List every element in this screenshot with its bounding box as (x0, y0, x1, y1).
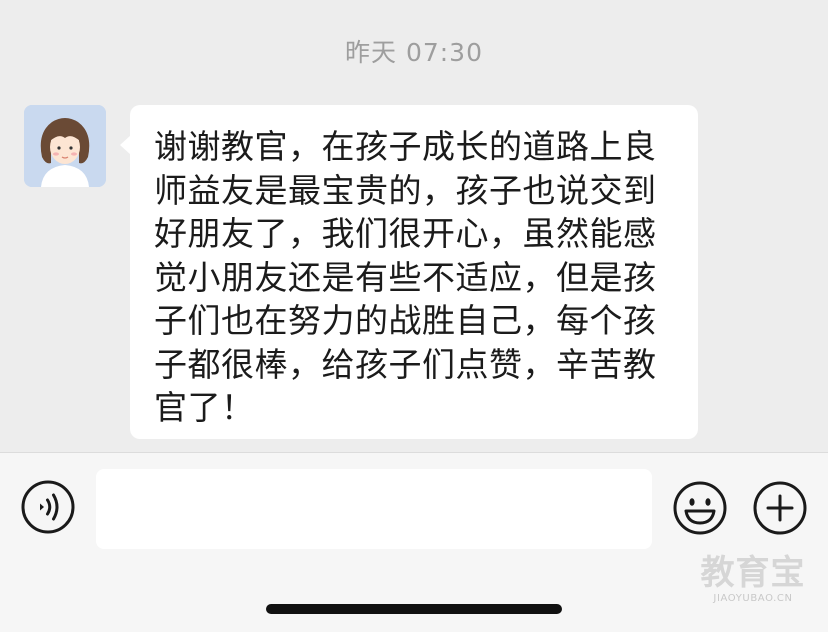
plus-icon (753, 481, 807, 535)
avatar[interactable] (24, 105, 106, 187)
watermark-url: JIAOYUBAO.CN (713, 593, 793, 604)
emoji-button[interactable] (672, 480, 728, 536)
watermark-logo-text: 教育宝 (700, 553, 806, 593)
girl-avatar-icon (24, 105, 106, 187)
emoji-icon (673, 481, 727, 535)
message-text: 谢谢教官，在孩子成长的道路上良师益友是最宝贵的，孩子也说交到好朋友了，我们很开心… (154, 127, 657, 427)
message-input[interactable] (96, 469, 652, 549)
message-bubble[interactable]: 谢谢教官，在孩子成长的道路上良师益友是最宝贵的，孩子也说交到好朋友了，我们很开心… (120, 105, 698, 439)
more-button[interactable] (752, 480, 808, 536)
home-indicator[interactable] (266, 604, 562, 614)
voice-button[interactable] (20, 479, 76, 535)
voice-icon (21, 480, 75, 534)
watermark: 教育宝 JIAOYUBAO.CN (694, 554, 812, 610)
message-timestamp: 昨天 07:30 (345, 38, 483, 67)
